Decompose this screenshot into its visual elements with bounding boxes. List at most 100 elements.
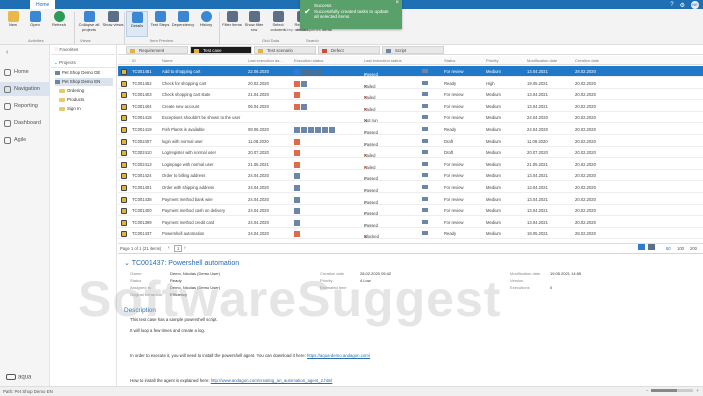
collapse-all-button[interactable]: Collapse all projects [76, 11, 102, 32]
table-row[interactable]: TC001424 Order to billing address 24.04.20… [118, 170, 703, 182]
tree-node-products[interactable]: Products [59, 96, 84, 104]
run-icon[interactable] [422, 80, 428, 85]
col-name[interactable]: Name [162, 58, 173, 63]
next-page-icon[interactable]: › [184, 245, 186, 251]
table-row[interactable]: TC001404 Create new account 06.04.2020 ✕ Fai… [118, 101, 703, 112]
tab-home[interactable]: Home [30, 0, 56, 9]
col-last-execution-date[interactable]: Last execution da... [248, 58, 283, 63]
nav-home[interactable]: Home [0, 65, 50, 79]
execution-history [294, 173, 300, 180]
run-icon[interactable] [422, 161, 428, 166]
page-size-50[interactable]: 50 [666, 246, 671, 251]
zoom-slider[interactable] [651, 389, 694, 392]
tree-node-ordering[interactable]: Ordering [59, 87, 84, 95]
run-icon[interactable] [422, 92, 428, 97]
table-row[interactable]: TC001452 Check for shopping cart 20.02.202… [118, 78, 703, 89]
show-filter-row-button[interactable]: Show filter row [242, 11, 266, 32]
tab-script[interactable]: Script [382, 46, 444, 54]
col-last-execution-status[interactable]: Last execution status [364, 58, 402, 63]
collapse-nav-icon[interactable]: ‹ [6, 49, 8, 56]
cell-modification-date: 21.05.2021 [527, 161, 548, 167]
run-icon[interactable] [422, 208, 428, 213]
table-row[interactable]: TC001438 Payment method bank wire 24.04.20… [118, 194, 703, 205]
nav-reporting[interactable]: Reporting [0, 99, 50, 113]
prev-page-icon[interactable]: ‹ [168, 245, 170, 251]
run-icon[interactable] [422, 138, 428, 143]
execution-block [308, 127, 314, 133]
table-row[interactable]: TC002407 login with normal user 11.08.2020… [118, 136, 703, 147]
table-row[interactable]: TC001400 Payment method cash on delivery 2… [118, 205, 703, 217]
table-row[interactable]: TC001419 Fish Plants is available 08.06.20… [118, 124, 703, 135]
run-icon[interactable] [422, 185, 428, 189]
install-guide-link[interactable]: http://www.andagon.com/creating_an_autom… [211, 378, 333, 383]
refresh-button[interactable]: Refresh [45, 11, 73, 28]
cell-creation-date: 20.02.2020 [575, 127, 596, 132]
page-size-100[interactable]: 100 [677, 246, 684, 251]
settings-icon[interactable]: ⚙ [680, 2, 685, 9]
history-button[interactable]: History [195, 11, 217, 28]
nav-navigation[interactable]: Navigation [0, 82, 50, 96]
group-search: Search [306, 38, 319, 43]
col-id[interactable]: ID [132, 58, 136, 63]
col-modification-date[interactable]: Modification date [527, 58, 557, 63]
favorites-header[interactable]: ♡ Favorites [51, 45, 117, 55]
zoom-out-icon[interactable]: − [646, 388, 649, 393]
cell-id: TC002407 [132, 138, 152, 144]
run-icon[interactable] [422, 115, 428, 120]
filter-items-button[interactable]: Filter items [221, 11, 243, 28]
chevron-down-icon[interactable]: ⌄ [124, 260, 130, 267]
table-row[interactable]: TC001401 Order with shipping address 24.04… [118, 182, 703, 193]
tab-defect[interactable]: Defect [318, 46, 380, 54]
table-row[interactable]: TC002410 Log/register with normal user 20.… [118, 147, 703, 159]
run-icon[interactable] [422, 231, 428, 236]
col-priority[interactable]: Priority [486, 58, 498, 63]
tab-test-case[interactable]: Test case [190, 46, 252, 54]
project-icon [55, 71, 60, 75]
table-row[interactable]: TC001399 Payment method credit card 24.04.… [118, 217, 703, 228]
tree-node-pet-shop-en[interactable]: Pet Shop Demo EN [55, 78, 113, 86]
new-button[interactable]: New [2, 11, 24, 28]
nav-dashboard[interactable]: Dashboard [0, 116, 50, 130]
nav-agile[interactable]: Agile [0, 133, 50, 147]
test-case-icon [121, 231, 127, 238]
open-button[interactable]: Open [24, 11, 46, 28]
avatar[interactable]: NE [691, 1, 699, 9]
refresh-icon [53, 11, 65, 22]
table-row[interactable]: TC002413 Loginpage with normal user 21.05.… [118, 159, 703, 170]
test-steps-button[interactable]: Test Steps [149, 11, 171, 28]
run-icon[interactable] [422, 219, 428, 224]
tab-requirement[interactable]: Requirement [126, 46, 188, 54]
run-icon[interactable] [422, 103, 428, 108]
run-icon[interactable] [422, 127, 428, 131]
page-size-200[interactable]: 200 [690, 246, 697, 251]
export-icon[interactable] [638, 244, 645, 250]
run-icon[interactable] [422, 173, 428, 178]
close-icon[interactable]: × [395, 0, 399, 7]
defect-icon [322, 49, 327, 53]
table-row[interactable]: TC001418 Exceptions shouldn't be shown to… [118, 112, 703, 124]
help-icon[interactable]: ? [670, 2, 673, 8]
run-icon[interactable] [422, 69, 428, 73]
dependency-button[interactable]: Dependency [171, 11, 195, 28]
projects-header[interactable]: ⌄ Projects [51, 58, 117, 68]
run-icon[interactable] [422, 150, 428, 155]
table-row[interactable]: TC001437 Powershell automation 24.04.2020 ✕… [118, 228, 703, 240]
zoom-in-icon[interactable]: + [696, 388, 699, 393]
details-button[interactable]: Details [126, 11, 148, 37]
cell-status: Ready [444, 80, 457, 86]
table-row[interactable]: TC001403 Check shopping cart state 21.04.2… [118, 89, 703, 101]
show-views-button[interactable]: Show views [102, 11, 124, 28]
tab-test-scenario[interactable]: Test scenario [254, 46, 316, 54]
col-execution-status[interactable]: Execution status [294, 58, 323, 63]
execution-block [294, 208, 300, 215]
page-number[interactable]: 1 [174, 245, 183, 252]
run-icon[interactable] [422, 196, 428, 201]
columns-chooser-icon[interactable] [648, 244, 655, 250]
col-creation-date[interactable]: Creation date [575, 58, 599, 63]
tree-node-pet-shop-de[interactable]: Pet Shop Demo DE [55, 69, 100, 77]
table-row[interactable]: TC001451 Add to shopping cart 22.06.2020 ✓ P… [118, 66, 703, 77]
folder-icon [59, 98, 65, 102]
col-status[interactable]: Status [444, 58, 455, 63]
download-link[interactable]: https://aqua-demo.andagon.com/ [307, 353, 370, 358]
tree-node-sign-in[interactable]: Sign In [59, 105, 81, 113]
